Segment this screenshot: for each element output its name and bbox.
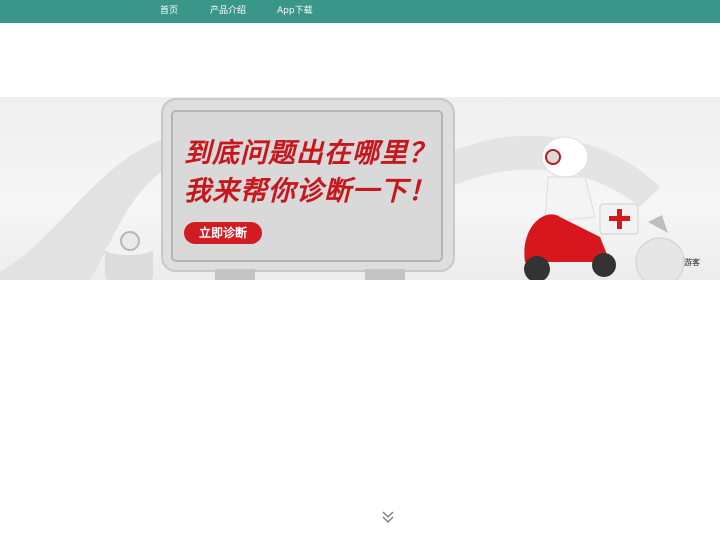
nav-item-products[interactable]: 产品介绍	[210, 0, 246, 23]
nav-item-app-download[interactable]: App下载	[277, 0, 313, 23]
ie-globe-icon	[120, 231, 140, 251]
double-chevron-down-icon	[382, 511, 394, 523]
billboard-leg-right	[365, 269, 405, 280]
guest-label[interactable]: 游客	[684, 257, 700, 268]
nav-item-home[interactable]: 首页	[160, 0, 178, 23]
satellite-dish-icon	[648, 215, 668, 233]
scroll-down-button[interactable]	[380, 508, 396, 526]
billboard-leg-left	[215, 269, 255, 280]
head-mirror-icon	[545, 149, 561, 165]
globe-right	[635, 237, 685, 280]
scooter-body	[524, 214, 610, 262]
diagnose-now-button[interactable]: 立即诊断	[184, 222, 262, 244]
banner-headline-1: 到底问题出在哪里？	[184, 138, 436, 169]
scooter-wheel-back	[592, 253, 616, 277]
top-nav-bar: 首页 产品介绍 App下载	[0, 0, 720, 23]
banner-headline-2: 我来帮你诊断一下！	[184, 176, 436, 207]
hero-banner: 到底问题出在哪里？ 我来帮你诊断一下！ 立即诊断 游客	[0, 97, 720, 280]
